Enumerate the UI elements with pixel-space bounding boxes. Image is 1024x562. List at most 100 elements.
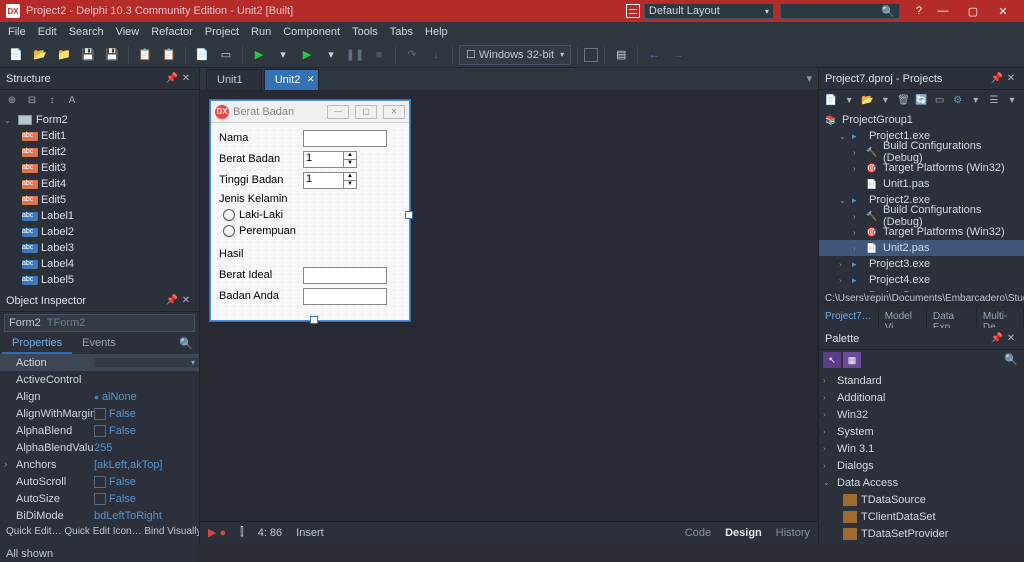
property-row[interactable]: AutoSizeFalse (0, 490, 199, 507)
ide-search-input[interactable]: 🔍 (780, 3, 900, 19)
menu-search[interactable]: Search (69, 26, 104, 38)
proj-new-icon[interactable]: 📄 (823, 92, 839, 108)
open-project-icon[interactable]: 📁 (54, 45, 74, 65)
structure-item[interactable]: abcEdit2 (0, 144, 199, 160)
save-all-icon[interactable]: 💾 (102, 45, 122, 65)
menu-project[interactable]: Project (205, 26, 239, 38)
structure-item[interactable]: abcLabel4 (0, 256, 199, 272)
palette-component[interactable]: TDataSetProvider (819, 525, 1024, 542)
spin-tinggi[interactable]: 1▲▼ (303, 172, 357, 189)
edit-nama[interactable] (303, 130, 387, 147)
run-dropdown[interactable]: ▾ (273, 45, 293, 65)
radio-laki[interactable] (223, 209, 235, 221)
open-icon[interactable]: 📂 (30, 45, 50, 65)
radio-perempuan[interactable] (223, 225, 235, 237)
form-close-button[interactable]: ✕ (383, 105, 405, 119)
proj-view-icon[interactable]: ▭ (932, 92, 948, 108)
structure-form-node[interactable]: ⌄ Form2 (0, 112, 199, 128)
proj-sel-icon[interactable]: ☰ (986, 92, 1002, 108)
view-unit-icon[interactable]: 📄 (192, 45, 212, 65)
structure-tree[interactable]: ⌄ Form2 abcEdit1abcEdit2abcEdit3abcEdit4… (0, 110, 199, 290)
stop-button[interactable]: ■ (369, 45, 389, 65)
menu-edit[interactable]: Edit (38, 26, 57, 38)
label-berat[interactable]: Berat Badan (219, 153, 303, 165)
palette-category[interactable]: Additional (819, 389, 1024, 406)
project-tree-item[interactable]: ›▸Project4.exe (819, 272, 1024, 288)
desktop-icon[interactable] (626, 4, 640, 18)
alpha-icon[interactable]: A (64, 92, 80, 108)
palette-list[interactable]: StandardAdditionalWin32SystemWin 3.1Dial… (819, 370, 1024, 544)
property-row[interactable]: Action (0, 354, 199, 371)
view-code-tab[interactable]: Code (685, 527, 711, 539)
view-history-tab[interactable]: History (776, 527, 810, 539)
palette-filter-icon[interactable]: ▦ (843, 352, 861, 368)
run-no-debug-dropdown[interactable]: ▾ (321, 45, 341, 65)
splitter-icon[interactable]: ⫿ (240, 526, 244, 539)
structure-item[interactable]: abcLabel2 (0, 224, 199, 240)
pause-button[interactable]: ❚❚ (345, 45, 365, 65)
minimize-button[interactable]: — (928, 0, 958, 22)
spin-up-icon[interactable]: ▲ (344, 173, 356, 181)
pin-icon[interactable]: 📌 (990, 73, 1004, 84)
tab-close-icon[interactable]: ✕ (307, 74, 315, 85)
project-tree-item[interactable]: ›🔨Build Configurations (Debug) (819, 144, 1024, 160)
menu-run[interactable]: Run (251, 26, 271, 38)
label-nama[interactable]: Nama (219, 132, 303, 144)
project-tree-item[interactable]: ›🎯Target Platforms (Win32) (819, 224, 1024, 240)
spin-berat[interactable]: 1▲▼ (303, 151, 357, 168)
project-tree-item[interactable]: 📄Unit1.pas (819, 176, 1024, 192)
new-items-icon[interactable]: 📄 (6, 45, 26, 65)
record-icon[interactable]: ▶ ● (208, 526, 226, 539)
property-row[interactable]: AutoScrollFalse (0, 473, 199, 490)
structure-item[interactable]: abcLabel1 (0, 208, 199, 224)
palette-category[interactable]: System (819, 423, 1024, 440)
form-max-button[interactable]: ▢ (355, 105, 377, 119)
inspector-property-grid[interactable]: ActionActiveControlAlignalNoneAlignWithM… (0, 354, 199, 524)
menu-tools[interactable]: Tools (352, 26, 378, 38)
form-min-button[interactable]: — (327, 105, 349, 119)
project-tree-item[interactable]: ›🎯Target Platforms (Win32) (819, 160, 1024, 176)
design-form[interactable]: DX Berat Badan — ▢ ✕ Nama Berat Badan 1▲… (210, 100, 410, 321)
spin-down-icon[interactable]: ▼ (344, 181, 356, 188)
property-row[interactable]: Anchors[akLeft,akTop] (0, 456, 199, 473)
inspector-object-selector[interactable]: Form2 TForm2 (4, 314, 195, 332)
property-row[interactable]: BiDiModebdLeftToRight (0, 507, 199, 524)
sort-icon[interactable]: ↕ (44, 92, 60, 108)
pin-icon[interactable]: 📌 (990, 333, 1004, 344)
structure-item[interactable]: abcLabel3 (0, 240, 199, 256)
tab-events[interactable]: Events (72, 334, 126, 354)
projects-tree[interactable]: 📚ProjectGroup1 ⌄▸Project1.exe›🔨Build Con… (819, 110, 1024, 292)
structure-item[interactable]: abcEdit4 (0, 176, 199, 192)
inspector-quick-links[interactable]: Quick Edit… Quick Edit Icon… Bind Visual… (0, 524, 199, 542)
step-over-icon[interactable]: ↷ (402, 45, 422, 65)
nav-fwd-button[interactable]: → (668, 45, 688, 65)
search-icon[interactable]: 🔍 (179, 337, 193, 350)
palette-category[interactable]: Data Access (819, 474, 1024, 491)
layout-selector[interactable]: Default Layout (644, 3, 774, 19)
palette-category[interactable]: Dialogs (819, 457, 1024, 474)
menu-component[interactable]: Component (283, 26, 340, 38)
spin-up-icon[interactable]: ▲ (344, 152, 356, 160)
collapse-icon[interactable]: ⊟ (24, 92, 40, 108)
pin-icon[interactable]: 📌 (165, 73, 179, 84)
edit-ideal[interactable] (303, 267, 387, 284)
remove-project-icon[interactable]: 📋 (159, 45, 179, 65)
structure-item[interactable]: abcEdit5 (0, 192, 199, 208)
pin-icon[interactable]: 📌 (165, 295, 179, 306)
property-row[interactable]: AlphaBlendValue255 (0, 439, 199, 456)
property-row[interactable]: AlignWithMarginsFalse (0, 405, 199, 422)
close-button[interactable]: ✕ (988, 0, 1018, 22)
tab-properties[interactable]: Properties (2, 334, 72, 354)
view-form-icon[interactable]: ▭ (216, 45, 236, 65)
unknown-checkbox[interactable] (584, 48, 598, 62)
proj-remove-icon[interactable]: 🗑 (895, 92, 911, 108)
menu-refactor[interactable]: Refactor (151, 26, 193, 38)
proj-add-icon[interactable]: 📂 (859, 92, 875, 108)
close-icon[interactable]: ✕ (1004, 73, 1018, 84)
projects-tab-project[interactable]: Project7… (819, 308, 879, 328)
tabs-chevron-icon[interactable]: ▾ (806, 72, 812, 85)
close-icon[interactable]: ✕ (179, 295, 193, 306)
platform-combo[interactable]: ☐ Windows 32-bit (459, 45, 571, 65)
project-tree-item[interactable]: ›🔨Build Configurations (Debug) (819, 208, 1024, 224)
property-row[interactable]: ActiveControl (0, 371, 199, 388)
